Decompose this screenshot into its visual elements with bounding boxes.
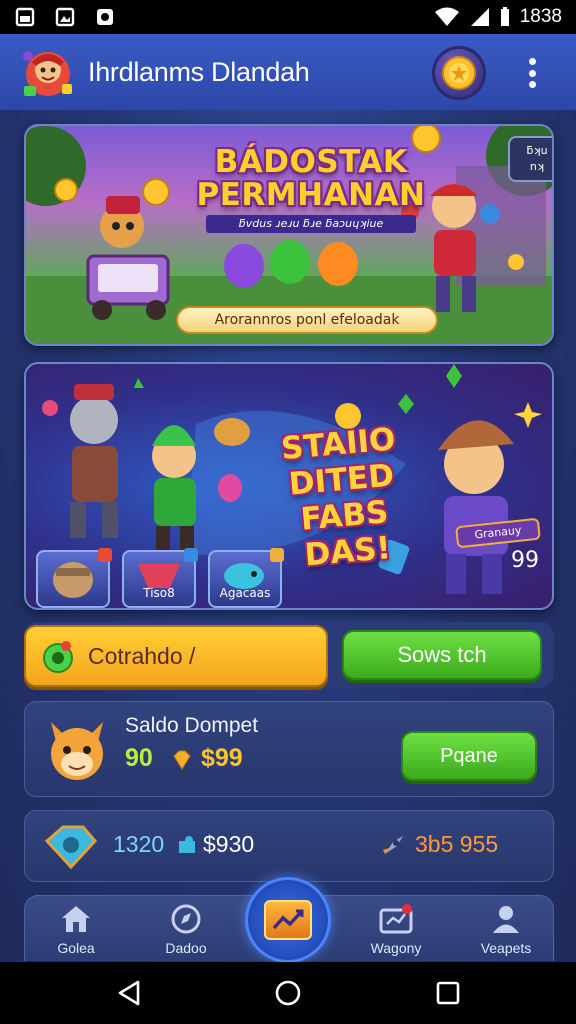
photo-icon <box>14 7 36 27</box>
app-header: Ihrdlanms Dlandah <box>0 34 576 110</box>
wallet-card: Saldo Dompet 90 $99 Pqane <box>24 701 554 797</box>
mini-card-2[interactable]: Tiso8 <box>122 548 198 608</box>
banner-cta-button[interactable]: Arorannros ponl efeloadak <box>176 306 438 334</box>
banner-title: BÁDOSTAK PERMHANAN <box>176 146 446 212</box>
nav-item-wallet[interactable]: Wagony <box>351 904 441 962</box>
system-navigation-bar <box>0 962 576 1024</box>
wallet-money: $99 <box>201 744 243 772</box>
gem-icon <box>173 750 191 770</box>
mini-card-1[interactable] <box>36 548 112 608</box>
nav-center-button[interactable] <box>245 877 331 963</box>
nav-label-home: Golea <box>57 940 95 956</box>
banner-badge[interactable]: ƃʞu nʞ <box>508 136 552 182</box>
profile-icon <box>489 904 523 934</box>
more-vertical-icon[interactable] <box>520 54 544 92</box>
primary-action-button[interactable]: Cotrahdo / <box>24 625 328 687</box>
event-count: 99 <box>511 548 539 573</box>
wifi-icon <box>434 7 459 26</box>
wallet-points: 90 <box>125 744 153 772</box>
promo-banner-event[interactable]: STAIIO DITED FABS DAS! Granauy 99 Tiso8 … <box>24 362 554 610</box>
recents-icon[interactable] <box>433 978 463 1008</box>
diamond-icon <box>44 825 98 870</box>
notification-icon <box>94 7 116 27</box>
chart-icon <box>264 900 312 940</box>
mini-card-label: Tiso8 <box>143 586 175 600</box>
nav-label-wallet: Wagony <box>370 940 422 956</box>
wallet-button[interactable]: Pqane <box>401 731 537 781</box>
banner-subtitle: ƃvdus ɹeɹu ƃɹe ƃaɔuɥʞiue <box>206 215 416 233</box>
battery-icon <box>500 7 509 26</box>
app-title: Ihrdlanms Dlandah <box>88 56 310 87</box>
nav-item-home[interactable]: Golea <box>31 904 121 962</box>
signal-icon <box>470 8 489 26</box>
image-icon <box>54 7 76 27</box>
stats-right-value: 3b5 955 <box>415 831 499 857</box>
primary-action-label: Cotrahdo / <box>88 642 196 669</box>
gamepad-icon <box>43 641 73 673</box>
mini-card-3[interactable]: Agacaas <box>208 548 284 608</box>
promo-banner-main[interactable]: BÁDOSTAK PERMHANAN ƃvdus ɹeɹu ƃɹe ƃaɔuɥʞ… <box>24 124 554 346</box>
back-icon[interactable] <box>114 978 144 1008</box>
fox-avatar-icon <box>43 712 111 784</box>
banner-title-line-1: BÁDOSTAK <box>214 144 408 180</box>
rocket-icon <box>383 835 403 854</box>
secondary-action-button[interactable]: Sows tch <box>342 630 542 680</box>
stats-money: $930 <box>203 831 255 857</box>
nav-item-explore[interactable]: Dadoo <box>141 904 231 962</box>
nav-label-profile: Veapets <box>480 940 532 956</box>
compass-icon <box>169 904 203 934</box>
nav-item-profile[interactable]: Veapets <box>461 904 551 962</box>
mini-card-label: Agacaas <box>219 586 271 600</box>
home-circle-icon[interactable] <box>273 978 303 1008</box>
status-time: 1838 <box>519 6 562 27</box>
stats-card: 1320 $930 3b5 955 <box>24 810 554 882</box>
wallet-title: Saldo Dompet <box>125 714 259 737</box>
stats-value: 1320 <box>113 831 165 857</box>
mascot-logo-icon[interactable] <box>18 42 78 102</box>
coin-icon <box>442 56 476 90</box>
mini-card-badge <box>270 548 284 562</box>
banner-title-line-2: PERMHANAN <box>196 177 426 213</box>
nav-label-explore: Dadoo <box>165 940 207 956</box>
wallet-icon <box>379 904 413 934</box>
status-bar: 1838 <box>0 0 576 34</box>
mini-card-badge <box>184 548 198 562</box>
puzzle-icon <box>179 836 195 853</box>
mini-card-badge <box>98 548 112 562</box>
coin-button[interactable] <box>432 46 486 100</box>
home-icon <box>59 904 93 934</box>
stats-right: 3b5 955 <box>381 831 498 858</box>
